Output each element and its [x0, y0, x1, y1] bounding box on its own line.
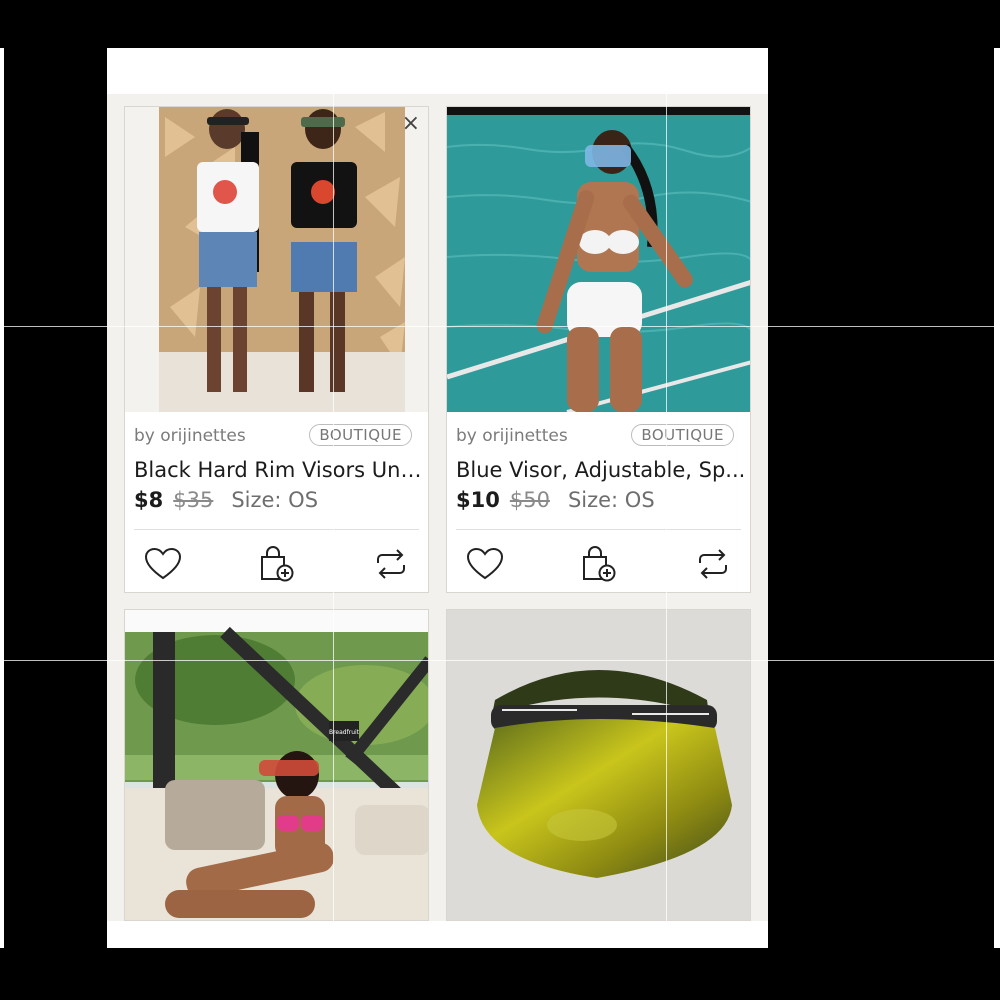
right-border: [768, 48, 994, 948]
size-label: Size: OS: [231, 488, 319, 512]
action-bar: [125, 530, 428, 592]
heart-icon: [466, 547, 504, 580]
guide-line: [0, 326, 1000, 327]
listing-title[interactable]: Blue Visor, Adjustable, Sp...: [456, 458, 746, 482]
share-button[interactable]: [371, 544, 411, 584]
listing-photo[interactable]: Breadfruit: [125, 610, 428, 920]
photo-woman-boat-visor: [447, 107, 750, 412]
price: $10: [456, 488, 500, 512]
guide-line: [0, 660, 1000, 661]
seller-name[interactable]: by orijinettes: [456, 426, 568, 446]
boutique-badge: BOUTIQUE: [309, 424, 412, 446]
listing-photo[interactable]: [447, 107, 750, 412]
share-button[interactable]: [693, 544, 733, 584]
guide-line: [333, 48, 334, 948]
listing-card[interactable]: by orijinettes BOUTIQUE Blue Visor, Adju…: [446, 106, 751, 593]
original-price: $50: [509, 488, 550, 512]
seller-name[interactable]: by orijinettes: [134, 426, 246, 446]
price: $8: [134, 488, 164, 512]
listing-photo[interactable]: [447, 610, 750, 920]
action-bar: [447, 530, 750, 592]
price-row: $8 $35 Size: OS: [134, 488, 318, 512]
price-row: $10 $50 Size: OS: [456, 488, 655, 512]
share-icon: [377, 549, 405, 579]
listing-meta: by orijinettes BOUTIQUE Black Hard Rim V…: [125, 412, 428, 592]
photo-woman-patio-visor: Breadfruit: [125, 610, 428, 920]
photo-gold-visor: [447, 610, 750, 920]
left-border: [4, 48, 107, 948]
add-to-bag-icon: [261, 546, 294, 582]
listing-card[interactable]: Breadfruit: [124, 609, 429, 921]
size-label: Size: OS: [567, 488, 655, 512]
like-button[interactable]: [465, 544, 505, 584]
guide-line: [666, 48, 667, 948]
boutique-badge: BOUTIQUE: [631, 424, 734, 446]
like-button[interactable]: [143, 544, 183, 584]
listing-card[interactable]: × by orijinettes BOUTIQUE Black Hard Rim…: [124, 106, 429, 593]
original-price: $35: [173, 488, 214, 512]
listing-card[interactable]: [446, 609, 751, 921]
heart-icon: [144, 547, 182, 580]
photo-two-women-visors: [125, 107, 428, 412]
listing-title[interactable]: Black Hard Rim Visors Uni...: [134, 458, 424, 482]
listing-meta: by orijinettes BOUTIQUE Blue Visor, Adju…: [447, 412, 750, 592]
add-to-bag-button[interactable]: [257, 544, 297, 584]
add-to-bag-button[interactable]: [579, 544, 619, 584]
close-icon[interactable]: ×: [402, 111, 420, 136]
share-icon: [699, 549, 727, 579]
listing-photo[interactable]: ×: [125, 107, 428, 412]
add-to-bag-icon: [583, 546, 616, 582]
